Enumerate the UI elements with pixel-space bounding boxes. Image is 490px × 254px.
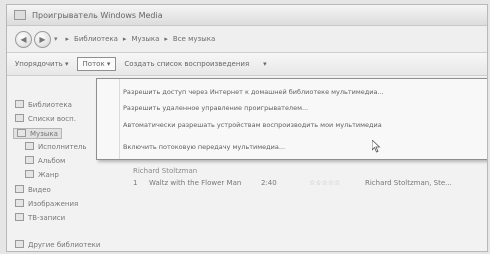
menu-item-auto-allow-devices[interactable]: Автоматически разрешать устройствам восп… <box>123 121 382 129</box>
track-length: 2:40 <box>261 179 277 187</box>
picture-icon <box>15 199 24 207</box>
video-icon <box>15 185 24 193</box>
tv-icon <box>15 213 24 221</box>
genre-icon <box>25 170 34 178</box>
track-title: Waltz with the Flower Man <box>149 179 242 187</box>
album-icon <box>25 156 34 164</box>
artist-icon <box>25 142 34 150</box>
album-artist-label: Richard Stoltzman <box>133 167 198 175</box>
breadcrumb-separator-icon: ▸ <box>122 35 127 43</box>
sidebar-item-other-libraries[interactable]: Другие библиотеки <box>15 240 100 249</box>
title-bar: Проигрыватель Windows Media <box>7 5 487 26</box>
other-libraries-icon <box>15 240 24 248</box>
stream-button[interactable]: Поток ▾ <box>76 57 117 71</box>
history-dropdown-icon[interactable]: ▾ <box>54 35 58 43</box>
contributing-artist: Richard Stoltzman, Ste... <box>365 179 452 187</box>
sidebar-item-artist[interactable]: Исполнитель <box>25 142 87 151</box>
mouse-cursor-icon <box>372 140 381 153</box>
sidebar-item-video[interactable]: Видео <box>15 185 51 194</box>
breadcrumb-separator-icon: ▸ <box>65 35 70 43</box>
sidebar-item-pictures[interactable]: Изображения <box>15 199 78 208</box>
sidebar-item-album[interactable]: Альбом <box>25 156 65 165</box>
organize-button[interactable]: Упорядочить ▾ <box>9 57 75 71</box>
media-player-window: Проигрыватель Windows Media ◀ ▶ ▾ ▸ Библ… <box>6 4 488 252</box>
window-title: Проигрыватель Windows Media <box>32 10 163 20</box>
stream-menu: Разрешить доступ через Интернет к домашн… <box>96 78 487 160</box>
breadcrumb: ▸ Библиотека ▸ Музыка ▸ Все музыка <box>66 35 221 43</box>
sidebar-item-music[interactable]: Музыка <box>13 128 62 139</box>
create-playlist-button[interactable]: Создать список воспроизведения <box>118 57 255 71</box>
sidebar-item-playlists[interactable]: Списки восп. <box>15 114 76 123</box>
playlist-icon <box>15 114 24 122</box>
menu-item-allow-internet-access[interactable]: Разрешить доступ через Интернет к домашн… <box>123 88 384 96</box>
music-icon <box>17 129 26 137</box>
breadcrumb-all-music[interactable]: Все музыка <box>173 35 215 43</box>
back-button[interactable]: ◀ <box>15 30 32 48</box>
app-icon <box>14 10 26 20</box>
rating-stars[interactable]: ☆☆☆☆☆ <box>309 179 340 187</box>
menu-gutter <box>119 79 120 159</box>
sidebar: Библиотека Списки восп. Музыка Исполните… <box>7 76 100 251</box>
breadcrumb-separator-icon: ▸ <box>164 35 168 43</box>
forward-button[interactable]: ▶ <box>34 30 51 48</box>
library-icon <box>15 100 24 108</box>
breadcrumb-library[interactable]: Библиотека <box>74 35 118 43</box>
sidebar-item-tv[interactable]: ТВ-записи <box>15 213 65 222</box>
menu-item-turn-on-streaming[interactable]: Включить потоковую передачу мультимедиа.… <box>123 143 285 151</box>
navigation-bar: ◀ ▶ ▾ ▸ Библиотека ▸ Музыка ▸ Все музыка <box>7 26 487 53</box>
sidebar-item-genre[interactable]: Жанр <box>25 170 59 179</box>
menu-item-allow-remote-control[interactable]: Разрешить удаленное управление проигрыва… <box>123 104 308 112</box>
toolbar: Упорядочить ▾ Поток ▾ Создать список вос… <box>7 53 487 76</box>
sidebar-item-library[interactable]: Библиотека <box>15 100 72 109</box>
create-playlist-dropdown-icon[interactable]: ▾ <box>257 57 273 71</box>
breadcrumb-music[interactable]: Музыка <box>131 35 159 43</box>
track-number: 1 <box>133 179 138 187</box>
